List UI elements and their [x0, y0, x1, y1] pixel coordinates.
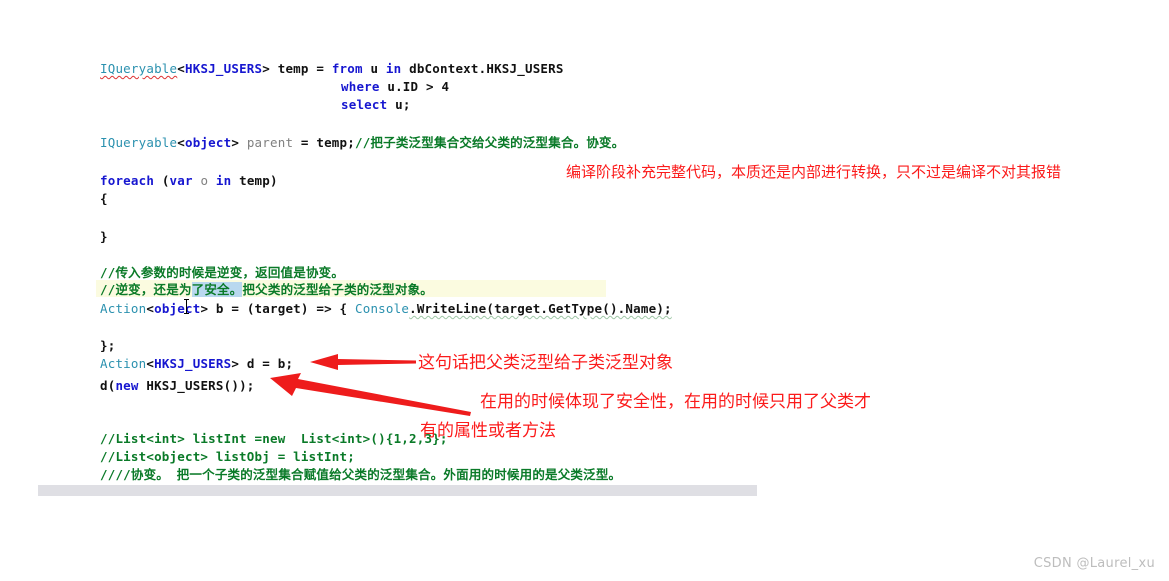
token-ident-u: u — [370, 61, 386, 76]
text-caret — [184, 299, 189, 314]
code-line-9[interactable]: //逆变，还是为了安全。把父类的泛型给子类的泛型对象。 — [100, 281, 433, 299]
code-line-7[interactable]: } — [100, 228, 108, 246]
token-invoke-d: d( — [100, 378, 116, 393]
token-comment-contravariance-a: //逆变，还是为 — [100, 282, 192, 297]
annotation-safety-line2: 有的属性或者方法 — [420, 421, 556, 441]
token-paren-close: ) — [300, 301, 317, 316]
token-generic-object-2: object — [154, 301, 201, 316]
code-line-2[interactable]: where u.ID > 4 — [341, 78, 449, 96]
code-line-12[interactable]: Action<HKSJ_USERS> d = b; — [100, 355, 293, 373]
token-ctor-hksj-users: HKSJ_USERS()); — [146, 378, 255, 393]
code-line-13[interactable]: d(new HKSJ_USERS()); — [100, 377, 255, 395]
token-comment-contravariance-b: 把父类的泛型给子类的泛型对象。 — [242, 282, 433, 297]
arrow-to-action-assign — [310, 354, 416, 370]
code-line-16[interactable]: ////协变。 把一个子类的泛型集合赋值给父类的泛型集合。外面用的时候用的是父类… — [100, 466, 621, 484]
annotation-compile-stage: 编译阶段补充完整代码，本质还是内部进行转换，只不过是编译不对其报错 — [566, 163, 1062, 181]
code-line-5[interactable]: foreach (var o in temp) — [100, 172, 278, 190]
token-assign: = — [316, 61, 332, 76]
token-paren-open: ( — [161, 173, 170, 188]
token-ident-temp: temp — [277, 61, 317, 76]
token-angle-close-4: > — [231, 356, 247, 371]
token-ident-temp-3: temp) — [239, 173, 278, 188]
token-angle-open-2: < — [177, 135, 185, 150]
token-assign-d-equals-b: d = b; — [246, 356, 294, 371]
code-line-4[interactable]: IQueryable<object> parent = temp;//把子类泛型… — [100, 134, 624, 152]
code-line-14[interactable]: //List<int> listInt =new List<int>(){1,2… — [100, 430, 448, 448]
token-writeline-call: .WriteLine(target.GetType().Name); — [409, 301, 672, 316]
token-type-action: Action — [100, 301, 147, 316]
token-assign-2: = — [300, 135, 317, 150]
token-type-iqueryable-2: IQueryable — [100, 135, 178, 150]
token-select-expr: u; — [395, 97, 411, 112]
token-keyword-foreach: foreach — [100, 173, 162, 188]
token-keyword-new: new — [115, 378, 147, 393]
token-type-iqueryable: IQueryable — [100, 61, 178, 76]
token-generic-hksj-users: HKSJ_USERS — [185, 61, 263, 76]
token-angle-open: < — [177, 61, 185, 76]
horizontal-scrollbar-track[interactable] — [38, 485, 757, 496]
token-keyword-var: var — [169, 173, 201, 188]
token-angle-close: > — [262, 61, 278, 76]
token-class-console: Console — [355, 301, 410, 316]
token-comment-selected: 了安全。 — [191, 282, 243, 297]
token-generic-object: object — [185, 135, 232, 150]
token-assign-3: = — [231, 301, 247, 316]
token-ident-b: b — [215, 301, 232, 316]
token-ident-parent: parent — [246, 135, 301, 150]
token-keyword-select: select — [341, 97, 396, 112]
arrow-to-invoke — [270, 373, 471, 416]
token-angle-close-2: > — [231, 135, 247, 150]
code-line-8[interactable]: //传入参数的时候是逆变，返回值是协变。 — [100, 264, 344, 282]
token-ident-temp-2: temp; — [316, 135, 355, 150]
code-line-3[interactable]: select u; — [341, 96, 411, 114]
token-generic-hksj-users-2: HKSJ_USERS — [154, 356, 232, 371]
token-angle-close-3: > — [200, 301, 216, 316]
code-line-15[interactable]: //List<object> listObj = listInt; — [100, 448, 355, 466]
token-param-target: target — [254, 301, 301, 316]
token-keyword-where: where — [341, 79, 388, 94]
watermark-text: CSDN @Laurel_xu — [1033, 556, 1155, 571]
token-ident-o: o — [200, 173, 216, 188]
code-line-1[interactable]: IQueryable<HKSJ_USERS> temp = from u in … — [100, 60, 564, 78]
token-keyword-from: from — [331, 61, 371, 76]
token-type-action-2: Action — [100, 356, 147, 371]
annotation-safety-line1: 在用的时候体现了安全性，在用的时候只用了父类才 — [480, 392, 871, 412]
token-dbcontext-source: dbContext.HKSJ_USERS — [409, 61, 564, 76]
token-keyword-in: in — [385, 61, 410, 76]
code-editor-surface[interactable]: IQueryable<HKSJ_USERS> temp = from u in … — [0, 0, 1169, 500]
token-paren-open-2: ( — [246, 301, 255, 316]
token-where-expr: u.ID > 4 — [387, 79, 450, 94]
code-line-6[interactable]: { — [100, 190, 108, 208]
horizontal-scrollbar-thumb[interactable] — [38, 485, 757, 496]
token-keyword-in-2: in — [215, 173, 240, 188]
token-angle-open-4: < — [146, 356, 155, 371]
code-line-11[interactable]: }; — [100, 337, 115, 355]
token-comment-covariance: //把子类泛型集合交给父类的泛型集合。协变。 — [355, 135, 625, 150]
token-angle-open-3: < — [146, 301, 155, 316]
token-lambda-arrow: => { — [316, 301, 355, 316]
